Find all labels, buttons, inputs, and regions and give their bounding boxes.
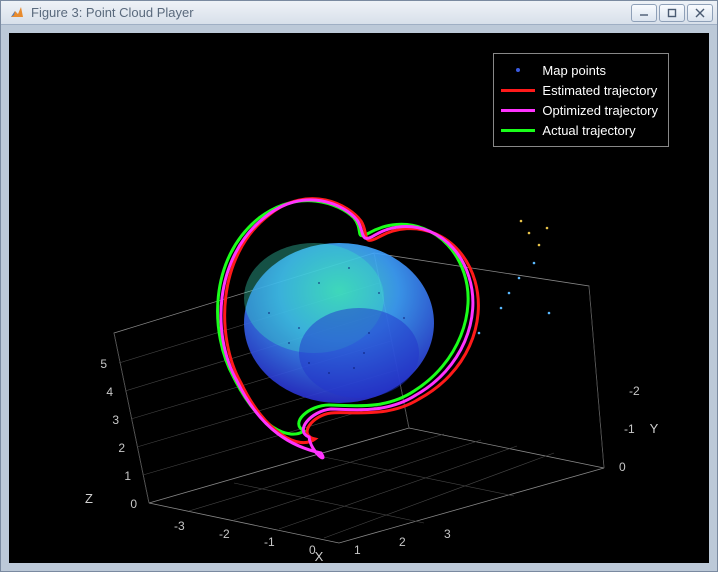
legend-label: Actual trajectory — [542, 123, 635, 138]
svg-text:-2: -2 — [629, 384, 640, 398]
legend-item-estimated: Estimated trajectory — [500, 80, 658, 100]
maximize-button[interactable] — [659, 4, 685, 22]
line-icon — [501, 109, 535, 112]
svg-text:-3: -3 — [174, 519, 185, 533]
legend-item-points: Map points — [500, 60, 658, 80]
close-button[interactable] — [687, 4, 713, 22]
svg-text:2: 2 — [118, 441, 125, 455]
svg-text:-2: -2 — [219, 527, 230, 541]
legend-item-actual: Actual trajectory — [500, 120, 658, 140]
figure-window: Figure 3: Point Cloud Player — [0, 0, 718, 572]
z-axis-label: Z — [85, 491, 93, 506]
legend-label: Map points — [542, 63, 606, 78]
minimize-button[interactable] — [631, 4, 657, 22]
svg-text:5: 5 — [100, 357, 107, 371]
dot-icon — [516, 68, 520, 72]
svg-text:4: 4 — [106, 385, 113, 399]
svg-text:-1: -1 — [624, 422, 635, 436]
z-ticks: 0 1 2 3 4 5 Z — [85, 357, 137, 511]
window-controls — [631, 4, 717, 22]
svg-text:-1: -1 — [264, 535, 275, 549]
svg-text:1: 1 — [354, 543, 361, 557]
x-ticks: -3 -2 -1 0 1 2 3 X — [174, 519, 451, 563]
svg-text:3: 3 — [112, 413, 119, 427]
line-icon — [501, 89, 535, 92]
svg-text:0: 0 — [130, 497, 137, 511]
window-title: Figure 3: Point Cloud Player — [31, 5, 631, 20]
titlebar[interactable]: Figure 3: Point Cloud Player — [1, 1, 717, 25]
legend[interactable]: Map points Estimated trajectory Optimize… — [493, 53, 669, 147]
legend-label: Estimated trajectory — [542, 83, 657, 98]
plot-area[interactable]: 0 1 2 3 4 5 Z -3 -2 -1 0 1 2 3 X 0 — [9, 33, 709, 563]
svg-text:2: 2 — [399, 535, 406, 549]
svg-text:3: 3 — [444, 527, 451, 541]
line-icon — [501, 129, 535, 132]
y-axis-label: Y — [650, 421, 659, 436]
legend-item-optimized: Optimized trajectory — [500, 100, 658, 120]
point-cloud — [244, 220, 550, 403]
y-ticks: 0 -1 -2 Y — [619, 384, 659, 474]
matlab-icon — [9, 5, 25, 21]
svg-text:1: 1 — [124, 469, 131, 483]
svg-text:0: 0 — [619, 460, 626, 474]
x-axis-label: X — [315, 549, 324, 563]
legend-label: Optimized trajectory — [542, 103, 658, 118]
